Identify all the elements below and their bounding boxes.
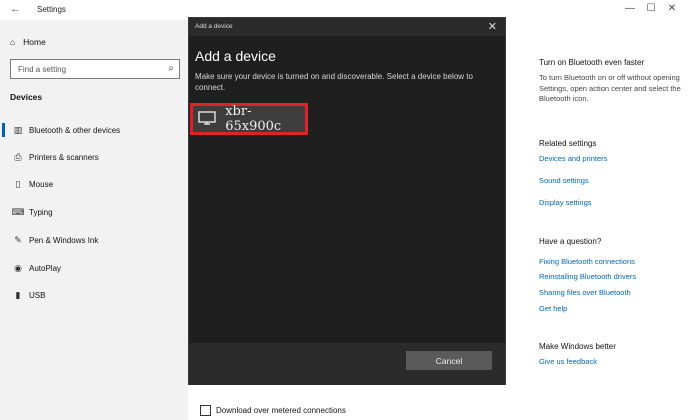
device-name: xbr-65x900c (225, 104, 282, 134)
sidebar-item-pen[interactable]: ✎ Pen & Windows Ink (0, 231, 188, 249)
get-help-link[interactable]: Get help (539, 304, 567, 313)
related-heading: Related settings (539, 139, 597, 148)
dialog-title: Add a device (195, 48, 276, 64)
sidebar-item-label: Mouse (29, 179, 54, 189)
home-icon: ⌂ (10, 37, 16, 47)
usb-icon: ▮ (15, 289, 21, 300)
dialog-footer: Cancel (189, 343, 505, 385)
question-heading: Have a question? (539, 237, 602, 246)
pen-icon: ✎ (14, 234, 22, 245)
display-settings-link[interactable]: Display settings (539, 198, 592, 207)
bluetooth-icon: ▥ (13, 124, 23, 135)
sidebar-item-printers[interactable]: ⎙ Printers & scanners (0, 148, 188, 166)
faster-text: To turn Bluetooth on or off without open… (539, 73, 681, 103)
sharing-files-link[interactable]: Sharing files over Bluetooth (539, 288, 631, 297)
home-link[interactable]: ⌂ Home (10, 37, 46, 47)
related-panel: Turn on Bluetooth even faster To turn Bl… (539, 0, 689, 420)
display-icon (198, 110, 223, 128)
sidebar-item-label: Printers & scanners (29, 152, 99, 162)
better-heading: Make Windows better (539, 342, 616, 351)
sidebar-item-mouse[interactable]: ▯ Mouse (0, 175, 188, 193)
sidebar-item-autoplay[interactable]: ◉ AutoPlay (0, 259, 188, 277)
add-device-dialog: Add a device ✕ Add a device Make sure yo… (188, 17, 506, 385)
keyboard-icon: ⌨ (11, 206, 25, 217)
sidebar-item-label: USB (29, 290, 46, 300)
dialog-titlebar: Add a device ✕ (189, 18, 505, 36)
dialog-close-icon[interactable]: ✕ (488, 20, 497, 33)
sidebar: ⌂ Home Find a setting ⌕ Devices ▥ Blueto… (0, 20, 188, 420)
window-title: Settings (37, 5, 66, 14)
sidebar-item-label: Typing (29, 207, 53, 217)
metered-checkbox[interactable] (200, 405, 211, 416)
sidebar-item-typing[interactable]: ⌨ Typing (0, 203, 188, 221)
sound-settings-link[interactable]: Sound settings (539, 176, 589, 185)
section-heading: Devices (10, 92, 43, 102)
reinstalling-drivers-link[interactable]: Reinstalling Bluetooth drivers (539, 272, 636, 281)
metered-connections-option[interactable]: Download over metered connections (200, 405, 346, 416)
search-icon: ⌕ (168, 63, 174, 74)
dialog-window-title: Add a device (195, 23, 233, 30)
printer-icon: ⎙ (14, 151, 22, 162)
fixing-bluetooth-link[interactable]: Fixing Bluetooth connections (539, 257, 635, 266)
home-label: Home (23, 37, 46, 47)
dialog-description: Make sure your device is turned on and d… (195, 72, 473, 92)
feedback-link[interactable]: Give us feedback (539, 357, 597, 366)
faster-heading: Turn on Bluetooth even faster (539, 58, 645, 67)
sidebar-item-usb[interactable]: ▮ USB (0, 286, 188, 304)
sidebar-item-label: Pen & Windows Ink (29, 235, 99, 245)
sidebar-item-label: Bluetooth & other devices (29, 125, 121, 135)
autoplay-icon: ◉ (14, 262, 22, 273)
device-list-item[interactable]: xbr-65x900c (190, 103, 308, 135)
sidebar-item-label: AutoPlay (29, 263, 62, 273)
mouse-icon: ▯ (15, 178, 21, 189)
cancel-button[interactable]: Cancel (406, 351, 492, 370)
sidebar-item-bluetooth[interactable]: ▥ Bluetooth & other devices (0, 121, 188, 139)
search-input[interactable]: Find a setting ⌕ (10, 59, 180, 79)
metered-label: Download over metered connections (216, 406, 346, 415)
back-arrow-icon[interactable]: ← (10, 3, 21, 15)
devices-printers-link[interactable]: Devices and printers (539, 154, 607, 163)
search-placeholder: Find a setting (18, 65, 67, 74)
